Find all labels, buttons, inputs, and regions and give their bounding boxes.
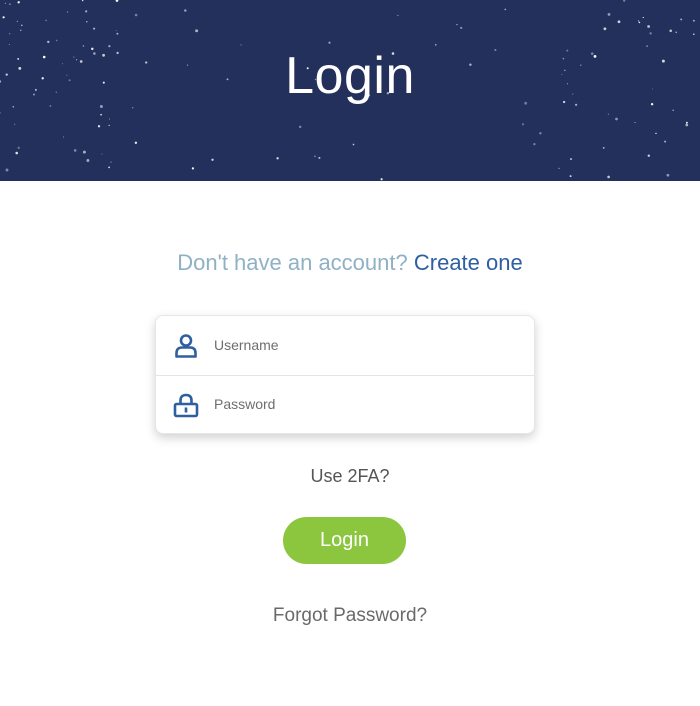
star	[397, 14, 399, 16]
star	[666, 173, 670, 177]
star	[191, 167, 194, 170]
star	[456, 23, 458, 26]
star	[8, 32, 11, 35]
header-banner: Login	[0, 0, 700, 181]
star	[634, 122, 636, 123]
forgot-password-row: Forgot Password?	[0, 603, 700, 629]
star	[649, 32, 652, 35]
star	[602, 146, 605, 149]
star	[14, 123, 16, 125]
star	[85, 10, 88, 13]
star	[521, 123, 525, 126]
star	[680, 18, 683, 21]
star	[108, 124, 110, 127]
star	[675, 31, 677, 34]
star	[647, 154, 651, 157]
lock-icon	[173, 393, 199, 418]
signup-prompt-text: Don't have an account?	[177, 250, 408, 275]
star	[318, 156, 321, 159]
star	[637, 20, 640, 22]
star	[82, 0, 84, 2]
star	[460, 26, 463, 30]
star	[4, 2, 6, 4]
star	[664, 140, 667, 143]
star	[21, 24, 23, 27]
star	[184, 9, 187, 12]
star	[116, 32, 119, 35]
star	[101, 153, 103, 155]
star	[108, 166, 110, 169]
star	[617, 20, 621, 24]
star	[642, 16, 644, 19]
user-icon	[175, 334, 197, 358]
star	[539, 132, 542, 135]
star	[352, 143, 355, 146]
star	[67, 11, 69, 13]
star	[669, 29, 672, 33]
username-input[interactable]	[214, 331, 514, 359]
star	[134, 141, 138, 144]
star	[97, 125, 101, 128]
star	[685, 123, 689, 127]
star	[20, 29, 22, 31]
star	[2, 16, 5, 19]
star	[47, 40, 50, 44]
star	[195, 29, 199, 33]
star	[533, 142, 536, 146]
star	[607, 113, 609, 115]
signup-prompt-line: Don't have an account? Create one	[0, 248, 700, 278]
star	[55, 39, 58, 42]
login-button[interactable]: Login	[283, 517, 406, 564]
star	[314, 155, 316, 158]
use-2fa-link[interactable]: Use 2FA?	[310, 466, 389, 486]
star	[603, 27, 607, 31]
star	[5, 168, 9, 172]
star	[86, 20, 88, 23]
star	[647, 25, 650, 28]
star	[686, 121, 688, 124]
star	[45, 19, 47, 22]
star	[110, 161, 112, 163]
star	[73, 149, 77, 152]
star	[82, 150, 86, 154]
star	[615, 117, 618, 121]
star	[607, 12, 611, 16]
star	[298, 125, 302, 129]
create-account-link[interactable]: Create one	[414, 250, 523, 275]
use-2fa-row: Use 2FA?	[0, 464, 700, 488]
forgot-password-link[interactable]: Forgot Password?	[273, 605, 427, 626]
star	[100, 113, 102, 116]
star	[115, 30, 117, 31]
star	[17, 1, 20, 4]
star	[276, 157, 279, 160]
star	[86, 159, 90, 162]
star	[16, 20, 18, 22]
star	[108, 118, 110, 120]
star	[93, 27, 96, 30]
password-input[interactable]	[214, 390, 514, 418]
star	[569, 158, 573, 161]
star	[63, 136, 64, 138]
star	[17, 146, 20, 149]
star	[558, 167, 560, 170]
star	[15, 151, 18, 155]
star	[692, 19, 695, 22]
star	[672, 109, 674, 112]
star	[607, 175, 610, 179]
star	[692, 33, 695, 36]
login-page: Login Don't have an account? Create one …	[0, 0, 700, 706]
star	[211, 158, 214, 161]
star	[380, 178, 383, 181]
password-field-row	[156, 375, 534, 433]
username-field-row	[156, 316, 534, 376]
star	[638, 21, 641, 24]
star	[9, 3, 11, 5]
star	[134, 13, 138, 17]
star	[569, 175, 572, 178]
star	[655, 132, 657, 135]
login-form-card	[155, 315, 535, 434]
star	[504, 8, 507, 11]
page-title: Login	[285, 47, 415, 105]
